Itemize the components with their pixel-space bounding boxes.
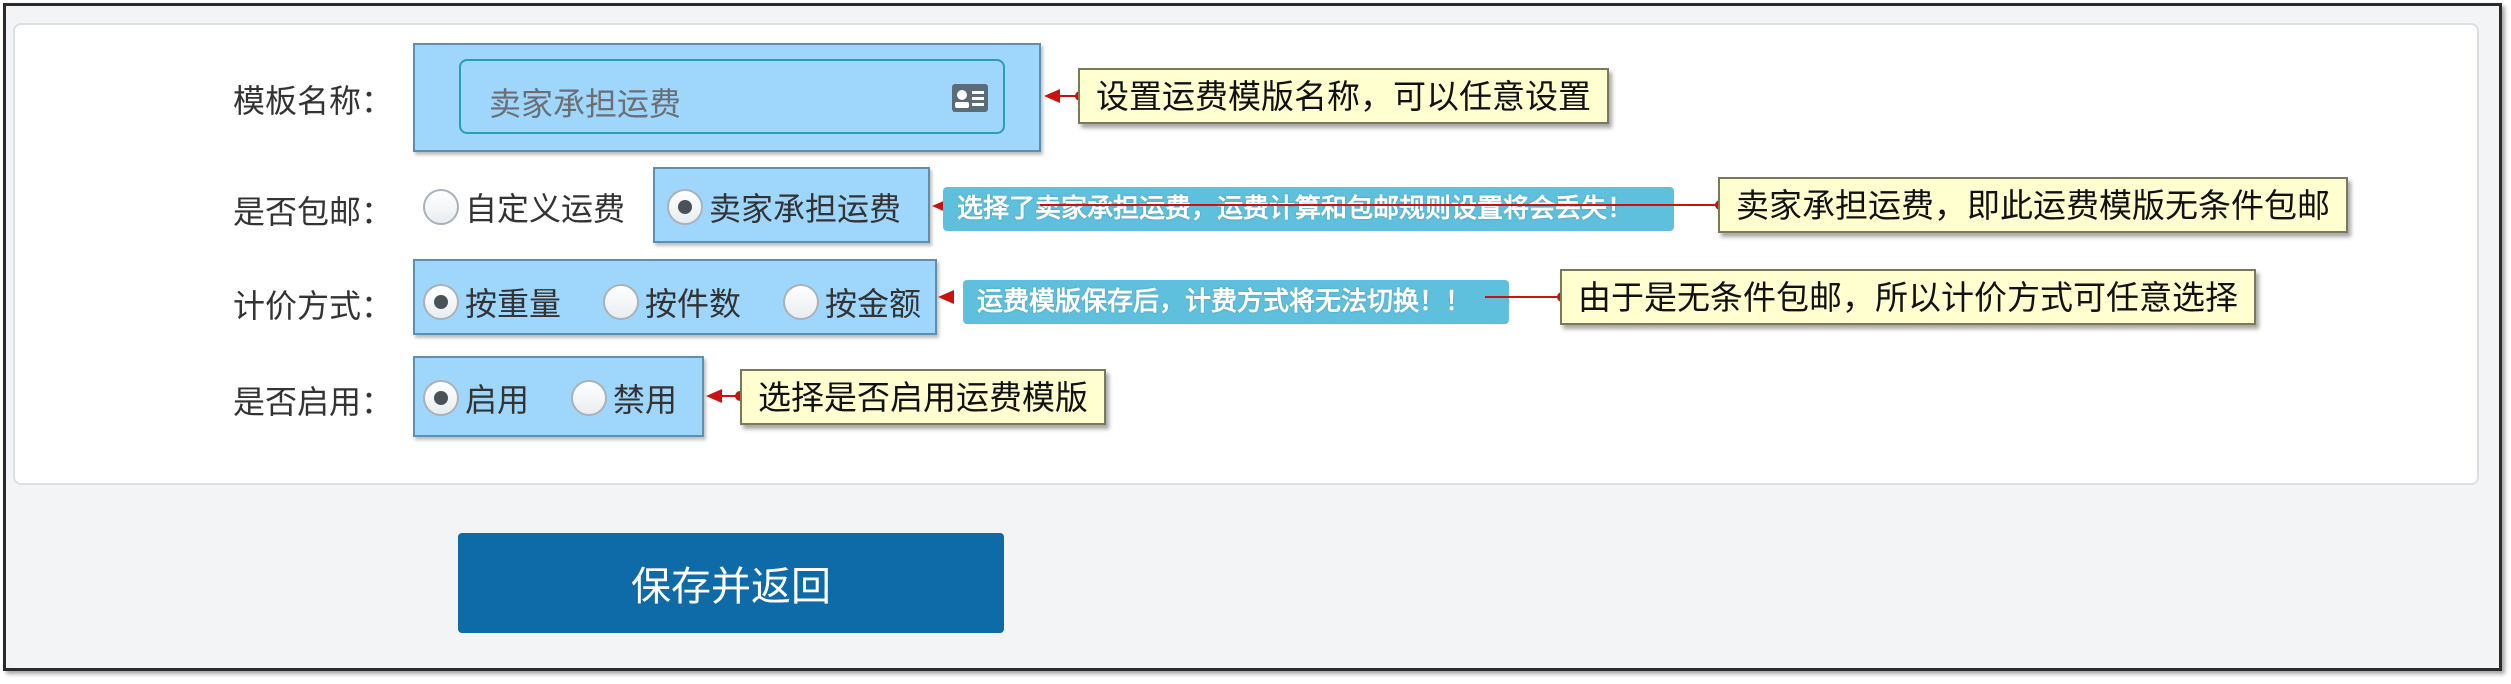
contact-card-icon bbox=[952, 84, 988, 112]
enabled-label: 是否启用： bbox=[233, 383, 394, 421]
note-pricing-method: 由于是无条件包邮，所以计价方式可任意选择 bbox=[1560, 269, 2256, 325]
radio-custom-shipping[interactable]: 自定义运费 bbox=[423, 184, 625, 230]
radio-button-unselected bbox=[423, 189, 459, 225]
option-label: 自定义运费 bbox=[465, 190, 626, 228]
radio-button-unselected bbox=[783, 284, 819, 320]
radio-seller-pays[interactable]: 卖家承担运费 bbox=[667, 184, 901, 230]
option-label: 按件数 bbox=[645, 285, 742, 323]
radio-by-weight[interactable]: 按重量 bbox=[423, 279, 561, 325]
radio-button-unselected bbox=[571, 380, 607, 416]
pricing-method-label: 计价方式： bbox=[233, 287, 394, 325]
free-shipping-label: 是否包邮： bbox=[233, 193, 394, 231]
radio-by-count[interactable]: 按件数 bbox=[603, 279, 741, 325]
template-name-value: 卖家承担运费 bbox=[489, 85, 682, 123]
option-label: 按重量 bbox=[465, 285, 562, 323]
arrow-line bbox=[1040, 204, 1718, 206]
template-name-label: 模板名称： bbox=[233, 82, 394, 120]
option-label: 卖家承担运费 bbox=[709, 190, 902, 228]
radio-by-amount[interactable]: 按金额 bbox=[783, 279, 921, 325]
arrow-head bbox=[938, 290, 954, 304]
note-free-shipping: 卖家承担运费，即此运费模版无条件包邮 bbox=[1718, 177, 2348, 233]
radio-disable[interactable]: 禁用 bbox=[571, 375, 677, 421]
free-shipping-warning-tag: 选择了卖家承担运费，运费计算和包邮规则设置将会丢失！ bbox=[943, 187, 1674, 231]
note-enabled: 选择是否启用运费模版 bbox=[740, 369, 1106, 425]
radio-button-unselected bbox=[603, 284, 639, 320]
option-label: 禁用 bbox=[613, 381, 678, 419]
radio-button-selected bbox=[423, 380, 459, 416]
note-template-name: 设置运费模版名称，可以任意设置 bbox=[1078, 68, 1609, 124]
radio-button-selected bbox=[667, 189, 703, 225]
radio-enable[interactable]: 启用 bbox=[423, 375, 529, 421]
arrow-line bbox=[1485, 296, 1560, 298]
save-and-return-button[interactable]: 保存并返回 bbox=[458, 533, 1004, 633]
template-name-input[interactable]: 卖家承担运费 bbox=[459, 59, 1005, 134]
option-label: 启用 bbox=[465, 381, 530, 419]
radio-button-selected bbox=[423, 284, 459, 320]
pricing-warning-tag: 运费模版保存后，计费方式将无法切换！！ bbox=[963, 280, 1509, 324]
option-label: 按金额 bbox=[825, 285, 922, 323]
